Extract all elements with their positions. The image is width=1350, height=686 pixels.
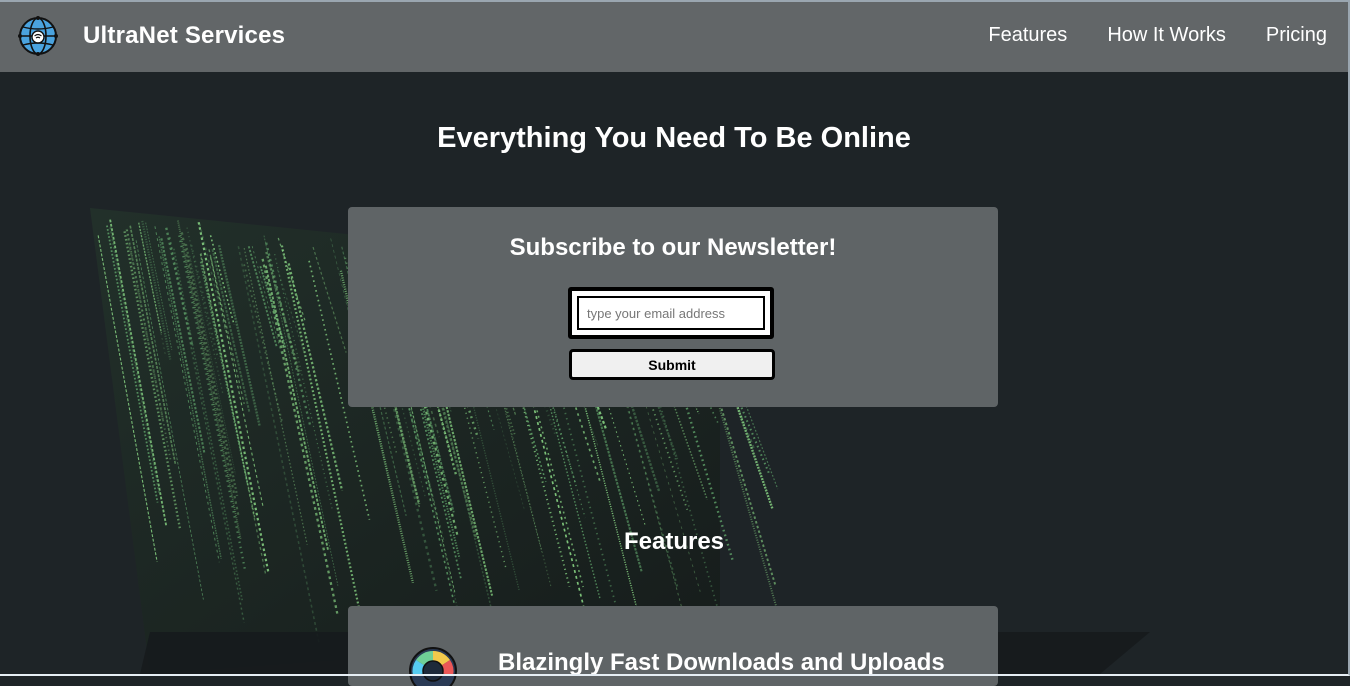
- nav-links: Features How It Works Pricing: [988, 24, 1327, 47]
- submit-button[interactable]: Submit: [569, 349, 775, 380]
- navbar: UltraNet Services Features How It Works …: [0, 2, 1348, 72]
- feature-card: Blazingly Fast Downloads and Uploads: [348, 606, 998, 686]
- nav-link-features[interactable]: Features: [988, 24, 1067, 47]
- brand-name[interactable]: UltraNet Services: [83, 22, 285, 50]
- email-field-wrapper: [568, 287, 774, 339]
- email-field[interactable]: [577, 296, 765, 330]
- nav-link-how-it-works[interactable]: How It Works: [1107, 24, 1226, 47]
- newsletter-heading: Subscribe to our Newsletter!: [509, 234, 837, 261]
- feature-title: Blazingly Fast Downloads and Uploads: [498, 649, 945, 676]
- newsletter-card: Subscribe to our Newsletter! Submit: [348, 207, 998, 407]
- globe-wifi-icon[interactable]: [18, 16, 58, 56]
- features-heading: Features: [623, 528, 725, 555]
- nav-link-pricing[interactable]: Pricing: [1266, 24, 1327, 47]
- hero-title: Everything You Need To Be Online: [437, 122, 911, 154]
- speedometer-icon: [409, 647, 457, 686]
